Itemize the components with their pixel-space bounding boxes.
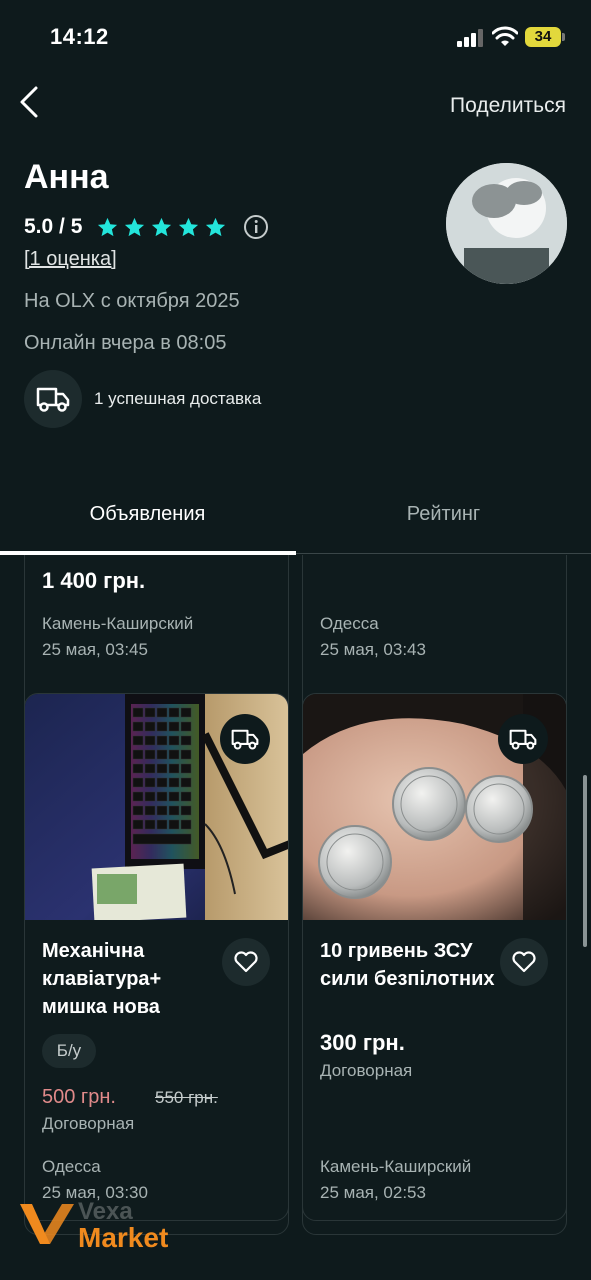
info-icon[interactable] <box>243 214 269 240</box>
delivery-truck-icon <box>509 729 537 750</box>
star-icon <box>152 217 172 236</box>
listing-card[interactable]: Механічна клавіатура+ мишка нова Б/у 500… <box>24 693 289 1221</box>
delivery-icon-circle <box>24 370 82 428</box>
listing-city: Камень-Каширский <box>42 614 194 633</box>
favorite-button[interactable] <box>222 938 270 986</box>
profile-tabs: Объявления Рейтинг <box>0 478 591 555</box>
negotiable-label: Договорная <box>42 1114 135 1133</box>
scrollbar[interactable] <box>583 775 587 947</box>
star-icon <box>179 217 199 236</box>
share-button[interactable]: Поделиться <box>450 94 566 118</box>
listing-photo-coins[interactable] <box>303 694 566 920</box>
profile-name: Анна <box>24 158 109 196</box>
delivery-truck-icon <box>36 387 70 412</box>
delivery-available-badge <box>498 714 548 764</box>
star-icon <box>98 217 118 236</box>
listing-price: 500 грн. <box>42 1086 116 1108</box>
rating-row: 5.0 / 5 <box>24 212 269 242</box>
tab-listings[interactable]: Объявления <box>0 478 295 554</box>
listing-old-price: 550 грн. <box>155 1088 218 1107</box>
watermark-logo: Vexa Market <box>18 1198 218 1258</box>
watermark-line2: Market <box>78 1222 169 1253</box>
listing-city: Одесса <box>42 1157 101 1176</box>
status-time: 14:12 <box>50 24 109 49</box>
avatar-placeholder-icon <box>446 163 567 284</box>
delivery-stat: 1 успешная доставка <box>24 370 261 428</box>
member-since: На OLX с октября 2025 <box>24 290 240 312</box>
listing-title[interactable]: 10 гривень ЗСУ сили безпілотних <box>320 937 500 993</box>
listing-title[interactable]: Механічна клавіатура+ мишка нова <box>42 937 222 1021</box>
listing-price: 1 400 грн. <box>42 568 146 593</box>
rating-count-link[interactable]: [1 оценка] <box>24 248 117 271</box>
battery-indicator: 34 <box>525 27 561 47</box>
vexa-logo-icon <box>20 1204 74 1244</box>
listing-city: Одесса <box>320 614 379 633</box>
listing-photo-keyboard[interactable] <box>25 694 288 920</box>
wifi-icon <box>492 26 518 46</box>
rating-stars <box>96 216 227 239</box>
avatar[interactable] <box>446 163 567 284</box>
cellular-signal-icon <box>457 29 483 47</box>
delivery-truck-icon <box>231 729 259 750</box>
status-bar: 14:12 34 <box>0 0 591 76</box>
listing-city: Камень-Каширский <box>320 1157 472 1176</box>
listing-card[interactable]: 10 гривень ЗСУ сили безпілотних 300 грн.… <box>302 693 567 1221</box>
battery-tip <box>562 33 565 41</box>
star-icon <box>206 217 226 236</box>
delivery-stat-text: 1 успешная доставка <box>94 389 262 408</box>
listing-date: 25 мая, 03:43 <box>320 640 426 659</box>
star-icon <box>125 217 145 236</box>
negotiable-label: Договорная <box>320 1061 413 1080</box>
tab-rating[interactable]: Рейтинг <box>296 478 591 554</box>
condition-badge: Б/у <box>42 1034 96 1068</box>
online-status: Онлайн вчера в 08:05 <box>24 332 227 354</box>
listing-date: 25 мая, 02:53 <box>320 1183 426 1202</box>
listing-date: 25 мая, 03:45 <box>42 640 148 659</box>
heart-icon <box>512 951 536 973</box>
heart-icon <box>234 951 258 973</box>
listing-price: 300 грн. <box>320 1030 405 1055</box>
back-arrow-icon[interactable] <box>16 84 48 120</box>
rating-value: 5.0 / 5 <box>24 215 83 238</box>
favorite-button[interactable] <box>500 938 548 986</box>
listings-grid: 1 400 грн. Камень-Каширский 25 мая, 03:4… <box>0 555 591 1280</box>
delivery-available-badge <box>220 714 270 764</box>
